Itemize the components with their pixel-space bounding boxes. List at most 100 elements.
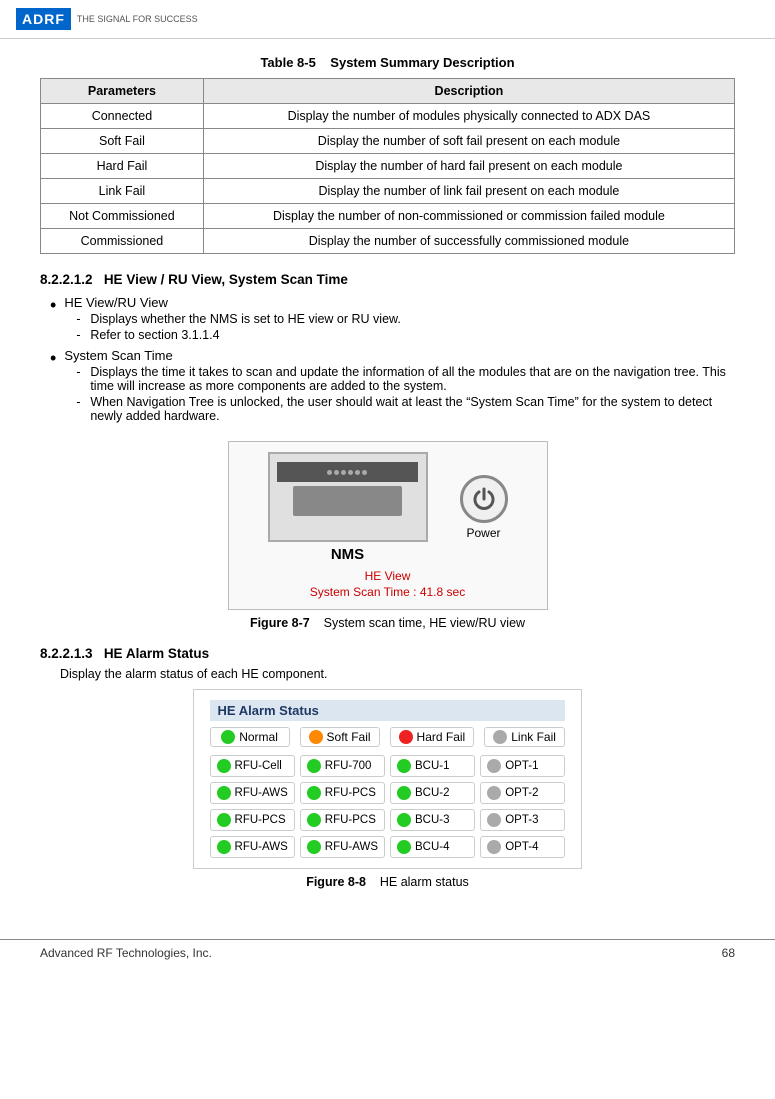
scan-time-text: System Scan Time : 41.8 sec: [239, 585, 537, 599]
section-8221-heading: 8.2.2.1.2 HE View / RU View, System Scan…: [40, 272, 735, 287]
alarm-grid: RFU-Cell RFU-700 BCU-1 OPT-1 RFU-AWS RFU-PCS B…: [210, 755, 566, 858]
alarm-cell-0: RFU-Cell: [210, 755, 295, 777]
nms-dot-6: [362, 470, 367, 475]
alarm-cell-label-7: OPT-2: [505, 787, 538, 799]
alarm-legend-label-1: Soft Fail: [327, 730, 371, 744]
alarm-image: HE Alarm Status Normal Soft Fail Hard Fail…: [193, 689, 583, 869]
alarm-cell-led-8: [217, 813, 231, 827]
logo-tagline: THE SIGNAL FOR SUCCESS: [77, 14, 198, 24]
alarm-legend-item-2: Hard Fail: [390, 727, 475, 747]
figure-8-caption: Figure 8-8 HE alarm status: [40, 875, 735, 889]
alarm-cell-label-0: RFU-Cell: [235, 760, 282, 772]
table-cell-2-1: Display the number of hard fail present …: [203, 154, 734, 179]
section-8221-num: 8.2.2.1.2: [40, 272, 93, 287]
alarm-legend-led-0: [221, 730, 235, 744]
nms-dot-1: [327, 470, 332, 475]
section-8213-title: HE Alarm Status: [104, 646, 209, 661]
table-cell-2-0: Hard Fail: [41, 154, 204, 179]
bullet-section: • HE View/RU View Displays whether the N…: [50, 295, 735, 425]
nms-dot-4: [348, 470, 353, 475]
alarm-cell-7: OPT-2: [480, 782, 565, 804]
table-cell-1-1: Display the number of soft fail present …: [203, 129, 734, 154]
nms-dots: [327, 470, 367, 475]
table-cell-5-1: Display the number of successfully commi…: [203, 229, 734, 254]
table-cell-3-1: Display the number of link fail present …: [203, 179, 734, 204]
alarm-cell-6: BCU-2: [390, 782, 475, 804]
nms-label: NMS: [268, 546, 428, 563]
alarm-cell-14: BCU-4: [390, 836, 475, 858]
alarm-cell-label-4: RFU-AWS: [235, 787, 288, 799]
bullet-2: • System Scan Time Displays the time it …: [50, 348, 735, 425]
bullet-2-content: System Scan Time Displays the time it ta…: [64, 348, 735, 425]
nms-dot-5: [355, 470, 360, 475]
dash-2-2: When Navigation Tree is unlocked, the us…: [76, 395, 735, 423]
alarm-cell-label-6: BCU-2: [415, 787, 450, 799]
figure-7-text: System scan time, HE view/RU view: [324, 616, 525, 630]
bullet-2-dashes: Displays the time it takes to scan and u…: [76, 365, 735, 423]
alarm-cell-label-2: BCU-1: [415, 760, 450, 772]
dash-1-2: Refer to section 3.1.1.4: [76, 328, 735, 342]
he-view-text: HE View: [239, 569, 537, 583]
alarm-cell-1: RFU-700: [300, 755, 385, 777]
alarm-cell-13: RFU-AWS: [300, 836, 385, 858]
nms-box-inner: [277, 462, 417, 482]
alarm-cell-label-9: RFU-PCS: [325, 814, 376, 826]
alarm-cell-led-3: [487, 759, 501, 773]
alarm-cell-9: RFU-PCS: [300, 809, 385, 831]
alarm-cell-11: OPT-3: [480, 809, 565, 831]
page-footer: Advanced RF Technologies, Inc. 68: [0, 939, 775, 966]
alarm-cell-12: RFU-AWS: [210, 836, 295, 858]
power-circle: [460, 475, 508, 523]
figure-7-container: NMS Power HE View System Scan Time : 41.…: [40, 441, 735, 630]
alarm-desc: Display the alarm status of each HE comp…: [60, 667, 735, 681]
alarm-cell-label-14: BCU-4: [415, 841, 450, 853]
section-8213-heading: 8.2.2.1.3 HE Alarm Status: [40, 646, 735, 661]
alarm-legend-label-0: Normal: [239, 730, 278, 744]
dash-1-1: Displays whether the NMS is set to HE vi…: [76, 312, 735, 326]
he-view-image: NMS Power HE View System Scan Time : 41.…: [228, 441, 548, 610]
table-cell-0-1: Display the number of modules physically…: [203, 104, 734, 129]
footer-page: 68: [722, 946, 735, 960]
alarm-cell-label-15: OPT-4: [505, 841, 538, 853]
alarm-cell-label-12: RFU-AWS: [235, 841, 288, 853]
col-header-desc: Description: [203, 79, 734, 104]
alarm-desc-text: Display the alarm status of each HE comp…: [60, 667, 328, 681]
table-cell-1-0: Soft Fail: [41, 129, 204, 154]
alarm-cell-label-5: RFU-PCS: [325, 787, 376, 799]
alarm-cell-10: BCU-3: [390, 809, 475, 831]
alarm-cell-led-12: [217, 840, 231, 854]
table-num: Table 8-5: [260, 55, 315, 70]
alarm-cell-label-8: RFU-PCS: [235, 814, 286, 826]
footer-company: Advanced RF Technologies, Inc.: [40, 946, 212, 960]
figure-row: NMS Power: [239, 452, 537, 563]
nms-box: [268, 452, 428, 542]
alarm-cell-8: RFU-PCS: [210, 809, 295, 831]
bullet-1-dashes: Displays whether the NMS is set to HE vi…: [76, 312, 735, 342]
col-header-params: Parameters: [41, 79, 204, 104]
logo-area: ADRF THE SIGNAL FOR SUCCESS: [16, 8, 198, 30]
table-cell-0-0: Connected: [41, 104, 204, 129]
alarm-cell-label-10: BCU-3: [415, 814, 450, 826]
alarm-cell-3: OPT-1: [480, 755, 565, 777]
alarm-title-bar: HE Alarm Status: [210, 700, 566, 721]
power-svg-icon: [470, 485, 498, 513]
figure-7-caption: Figure 8-7 System scan time, HE view/RU …: [40, 616, 735, 630]
bullet-2-label: System Scan Time: [64, 348, 172, 363]
alarm-cell-led-15: [487, 840, 501, 854]
section-8213-num: 8.2.2.1.3: [40, 646, 93, 661]
alarm-cell-5: RFU-PCS: [300, 782, 385, 804]
table-cell-4-1: Display the number of non-commissioned o…: [203, 204, 734, 229]
alarm-cell-15: OPT-4: [480, 836, 565, 858]
alarm-cell-led-14: [397, 840, 411, 854]
power-label: Power: [460, 526, 508, 540]
alarm-cell-led-10: [397, 813, 411, 827]
figure-7-num: Figure 8-7: [250, 616, 310, 630]
bullet-dot-1: •: [50, 296, 56, 314]
section-8221-title: HE View / RU View, System Scan Time: [104, 272, 348, 287]
page-header: ADRF THE SIGNAL FOR SUCCESS: [0, 0, 775, 39]
alarm-cell-led-0: [217, 759, 231, 773]
alarm-legend-item-3: Link Fail: [484, 727, 565, 747]
alarm-cell-led-7: [487, 786, 501, 800]
bullet-1-label: HE View/RU View: [64, 295, 168, 310]
alarm-cell-led-4: [217, 786, 231, 800]
